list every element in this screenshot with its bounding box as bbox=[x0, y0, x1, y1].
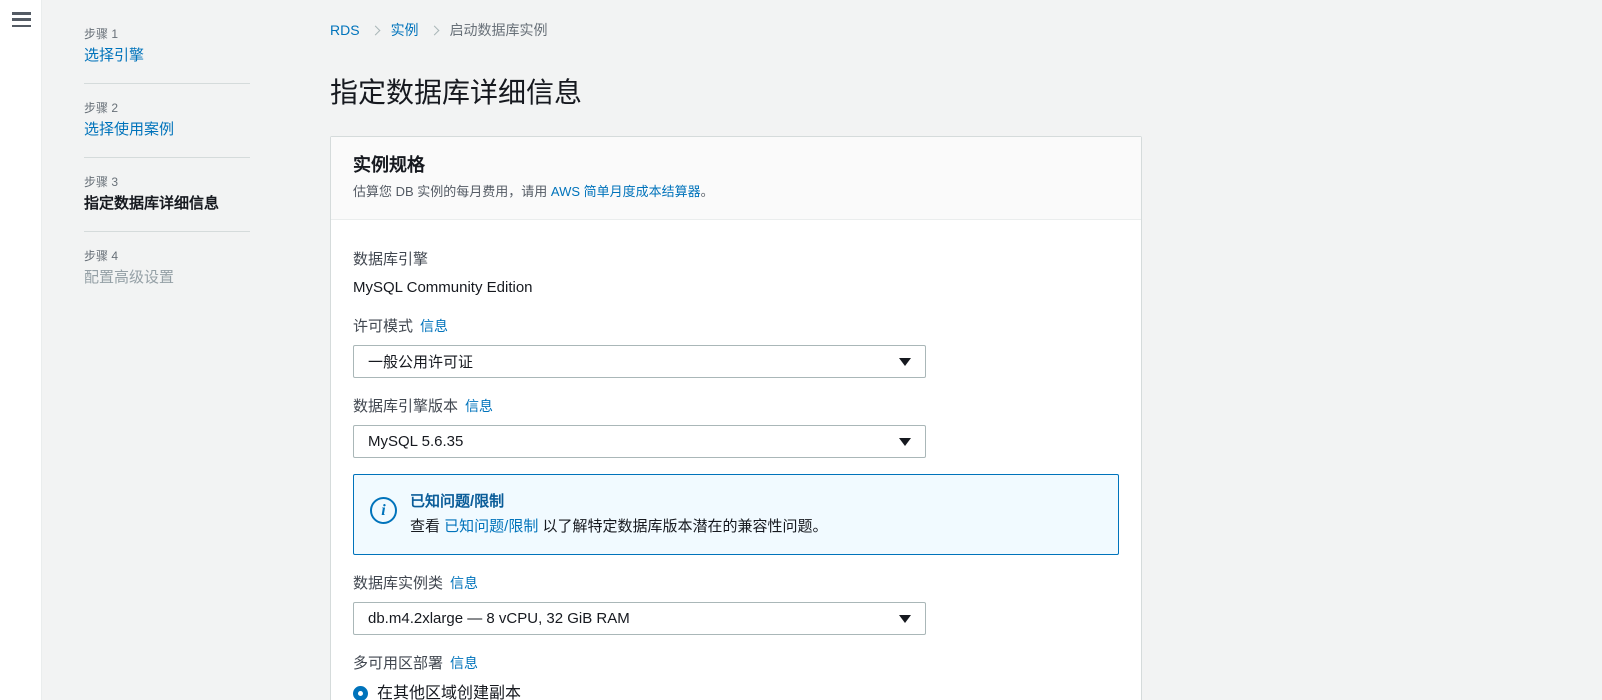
chevron-right-icon bbox=[429, 25, 439, 35]
instance-class-label: 数据库实例类信息 bbox=[353, 573, 1119, 594]
multi-az-label: 多可用区部署信息 bbox=[353, 653, 1119, 674]
hamburger-icon bbox=[12, 25, 31, 28]
wizard-steps-sidebar: 步骤 1 选择引擎 步骤 2 选择使用案例 步骤 3 指定数据库详细信息 步骤 … bbox=[84, 26, 250, 288]
menu-button[interactable] bbox=[12, 12, 31, 27]
license-info-link[interactable]: 信息 bbox=[420, 318, 448, 334]
multi-az-info-link[interactable]: 信息 bbox=[450, 655, 478, 671]
field-engine-version: 数据库引擎版本信息 MySQL 5.6.35 bbox=[353, 396, 1119, 458]
field-multi-az: 多可用区部署信息 在其他区域创建副本 在不同的可用区 (AZ) 中创建一个副本以… bbox=[353, 653, 1119, 700]
label-text: 数据库引擎版本 bbox=[353, 398, 458, 415]
label-text: 许可模式 bbox=[353, 318, 413, 335]
sidebar-item-db-details-current: 指定数据库详细信息 bbox=[84, 193, 250, 214]
multi-az-radio-option[interactable]: 在其他区域创建副本 bbox=[353, 683, 1119, 700]
sidebar-item-advanced-settings: 配置高级设置 bbox=[84, 267, 250, 288]
engine-version-label: 数据库引擎版本信息 bbox=[353, 396, 1119, 417]
label-text: 多可用区部署 bbox=[353, 655, 443, 672]
breadcrumb-link-instances[interactable]: 实例 bbox=[391, 20, 419, 40]
field-instance-class: 数据库实例类信息 db.m4.2xlarge — 8 vCPU, 32 GiB … bbox=[353, 573, 1119, 635]
license-model-select[interactable]: 一般公用许可证 bbox=[353, 345, 926, 378]
step-item-1: 步骤 1 选择引擎 bbox=[84, 26, 250, 66]
step-item-3: 步骤 3 指定数据库详细信息 bbox=[84, 174, 250, 214]
step-number-label: 步骤 3 bbox=[84, 174, 250, 190]
alert-text-part: 查看 bbox=[410, 518, 444, 535]
cost-calculator-link[interactable]: AWS 简单月度成本结算器 bbox=[551, 184, 701, 199]
db-engine-value: MySQL Community Edition bbox=[353, 277, 1119, 298]
field-db-engine: 数据库引擎 MySQL Community Edition bbox=[353, 250, 1119, 298]
breadcrumb-link-rds[interactable]: RDS bbox=[330, 22, 360, 38]
breadcrumb: RDS 实例 启动数据库实例 bbox=[330, 20, 1142, 40]
step-item-4: 步骤 4 配置高级设置 bbox=[84, 248, 250, 288]
chevron-right-icon bbox=[370, 25, 380, 35]
card-title: 实例规格 bbox=[353, 153, 1119, 177]
main-content: RDS 实例 启动数据库实例 指定数据库详细信息 实例规格 估算您 DB 实例的… bbox=[330, 0, 1142, 700]
step-number-label: 步骤 2 bbox=[84, 100, 250, 116]
engine-version-info-link[interactable]: 信息 bbox=[465, 398, 493, 414]
sidebar-item-use-case[interactable]: 选择使用案例 bbox=[84, 119, 250, 140]
engine-version-selected-value: MySQL 5.6.35 bbox=[368, 433, 463, 450]
caret-down-icon bbox=[899, 615, 911, 623]
hamburger-icon bbox=[12, 18, 31, 21]
instance-class-select[interactable]: db.m4.2xlarge — 8 vCPU, 32 GiB RAM bbox=[353, 602, 926, 635]
engine-version-select[interactable]: MySQL 5.6.35 bbox=[353, 425, 926, 458]
card-header: 实例规格 估算您 DB 实例的每月费用，请用 AWS 简单月度成本结算器。 bbox=[331, 137, 1141, 220]
step-divider bbox=[84, 83, 250, 84]
multi-az-option-label: 在其他区域创建副本 bbox=[377, 683, 521, 700]
instance-spec-card: 实例规格 估算您 DB 实例的每月费用，请用 AWS 简单月度成本结算器。 数据… bbox=[330, 136, 1142, 700]
instance-class-selected-value: db.m4.2xlarge — 8 vCPU, 32 GiB RAM bbox=[368, 610, 630, 627]
known-issues-link[interactable]: 已知问题/限制 bbox=[444, 518, 538, 535]
field-license-model: 许可模式信息 一般公用许可证 bbox=[353, 316, 1119, 378]
caret-down-icon bbox=[899, 438, 911, 446]
label-text: 数据库实例类 bbox=[353, 575, 443, 592]
page-title: 指定数据库详细信息 bbox=[330, 74, 1142, 112]
alert-text: 查看 已知问题/限制 以了解特定数据库版本潜在的兼容性问题。 bbox=[410, 517, 828, 537]
step-number-label: 步骤 1 bbox=[84, 26, 250, 42]
collapsed-nav-rail bbox=[0, 0, 42, 700]
known-issues-alert: i 已知问题/限制 查看 已知问题/限制 以了解特定数据库版本潜在的兼容性问题。 bbox=[353, 474, 1119, 555]
caret-down-icon bbox=[899, 358, 911, 366]
hamburger-icon bbox=[12, 12, 31, 15]
sidebar-item-select-engine[interactable]: 选择引擎 bbox=[84, 45, 250, 66]
step-divider bbox=[84, 157, 250, 158]
subtitle-text: 估算您 DB 实例的每月费用，请用 bbox=[353, 184, 551, 199]
card-body: 数据库引擎 MySQL Community Edition 许可模式信息 一般公… bbox=[331, 220, 1141, 700]
instance-class-info-link[interactable]: 信息 bbox=[450, 575, 478, 591]
alert-content: 已知问题/限制 查看 已知问题/限制 以了解特定数据库版本潜在的兼容性问题。 bbox=[410, 492, 828, 537]
license-model-selected-value: 一般公用许可证 bbox=[368, 351, 473, 372]
info-circle-icon: i bbox=[370, 497, 397, 524]
card-subtitle: 估算您 DB 实例的每月费用，请用 AWS 简单月度成本结算器。 bbox=[353, 183, 1119, 201]
license-model-label: 许可模式信息 bbox=[353, 316, 1119, 337]
step-item-2: 步骤 2 选择使用案例 bbox=[84, 100, 250, 140]
db-engine-label: 数据库引擎 bbox=[353, 250, 1119, 270]
breadcrumb-current: 启动数据库实例 bbox=[450, 20, 548, 40]
alert-text-part: 以了解特定数据库版本潜在的兼容性问题。 bbox=[538, 518, 827, 535]
subtitle-text: 。 bbox=[701, 184, 714, 199]
step-number-label: 步骤 4 bbox=[84, 248, 250, 264]
alert-title: 已知问题/限制 bbox=[410, 492, 828, 512]
step-divider bbox=[84, 231, 250, 232]
radio-selected-icon[interactable] bbox=[353, 686, 368, 700]
